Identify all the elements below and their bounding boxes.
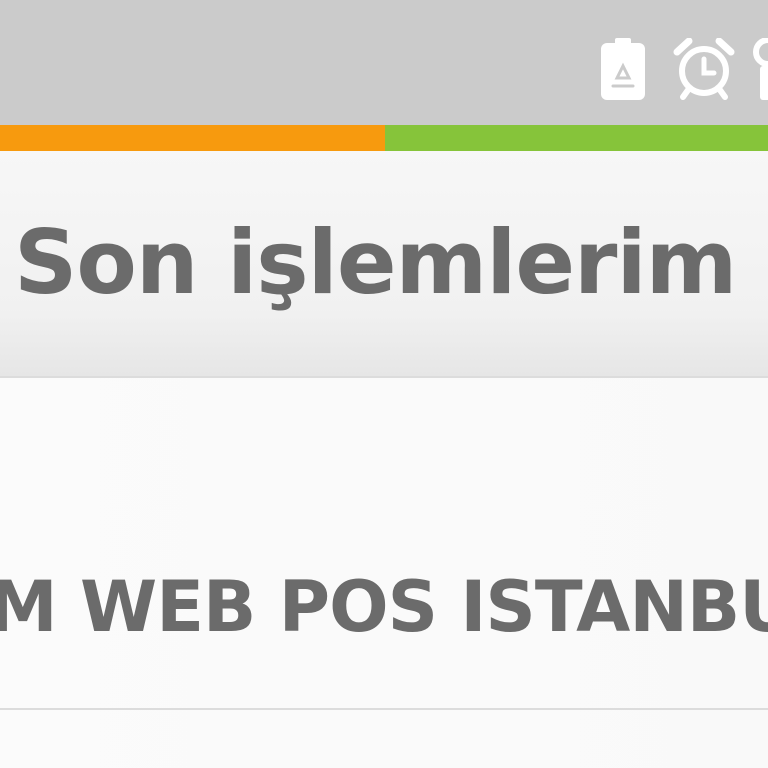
accent-bar <box>0 125 768 151</box>
status-overflow-icon <box>753 38 768 100</box>
page-header: Son işlemlerim <box>0 151 768 378</box>
page-title: Son işlemlerim <box>14 211 737 314</box>
battery-saver-icon <box>601 38 645 100</box>
transaction-list: M WEB POS ISTANBU <box>0 378 768 768</box>
status-bar <box>0 0 768 125</box>
alarm-clock-icon <box>673 38 735 100</box>
accent-bar-green <box>385 125 768 151</box>
accent-bar-orange <box>0 125 385 151</box>
transaction-merchant-name: M WEB POS ISTANBU <box>0 566 768 648</box>
transaction-item[interactable]: M WEB POS ISTANBU <box>0 378 768 710</box>
